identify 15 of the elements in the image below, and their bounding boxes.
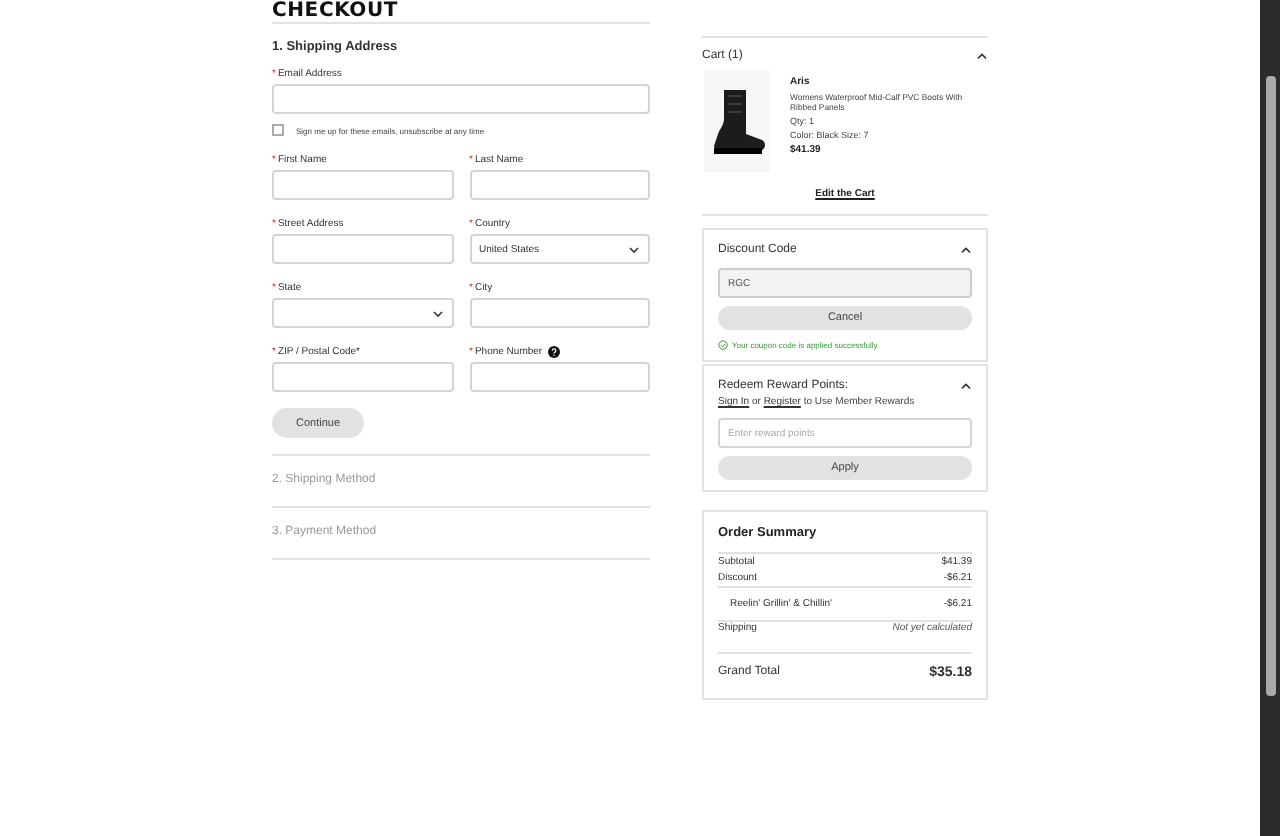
boot-drawing [709, 87, 765, 155]
input-field[interactable] [272, 234, 453, 264]
page-heading: CHECKOUT [272, 0, 401, 22]
input-field[interactable] [272, 84, 650, 114]
check-circle-icon [718, 340, 728, 350]
input-field[interactable] [272, 170, 453, 200]
input-field[interactable] [469, 362, 650, 392]
select-field[interactable] [272, 298, 453, 328]
scrollbar[interactable] [1260, 0, 1280, 836]
input-field[interactable] [469, 298, 650, 328]
input-field[interactable] [469, 170, 650, 200]
input-field[interactable] [272, 362, 453, 392]
chevron-down-icon [628, 245, 640, 253]
chevron-down-icon [431, 309, 443, 317]
checkbox[interactable] [272, 124, 284, 136]
